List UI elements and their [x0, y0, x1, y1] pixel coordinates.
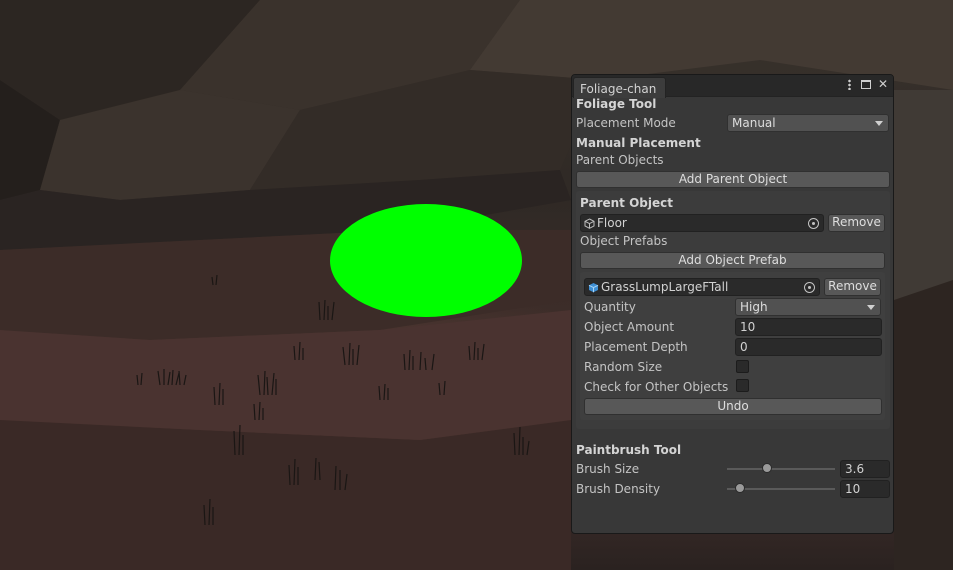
prefab-cube-icon — [588, 282, 599, 296]
placement-mode-dropdown[interactable]: Manual — [727, 114, 889, 132]
tab-title: Foliage-chan — [580, 82, 657, 96]
parent-object-field[interactable]: Floor — [580, 214, 824, 232]
undo-button[interactable]: Undo — [584, 398, 882, 415]
brush-density-input[interactable]: 10 — [840, 480, 890, 498]
placement-mode-value: Manual — [732, 116, 776, 130]
close-icon[interactable]: ✕ — [876, 77, 890, 93]
maximize-icon[interactable] — [859, 77, 873, 93]
check-other-objects-label: Check for Other Objects — [584, 380, 729, 394]
placement-depth-label: Placement Depth — [584, 340, 688, 354]
tab-foliage-chan[interactable]: Foliage-chan — [573, 77, 666, 98]
object-picker-icon[interactable] — [804, 282, 815, 293]
more-options-icon[interactable] — [842, 77, 856, 93]
object-amount-input[interactable]: 10 — [735, 318, 882, 336]
foliage-chan-window: Foliage-chan ✕ Foliage Tool Placement Mo… — [571, 74, 894, 534]
object-picker-icon[interactable] — [808, 218, 819, 229]
parent-object-header: Parent Object — [580, 196, 673, 210]
random-size-label: Random Size — [584, 360, 663, 374]
remove-parent-button[interactable]: Remove — [828, 214, 885, 232]
prefab-object-name: GrassLumpLargeFTall — [601, 280, 729, 294]
window-tab-bar: Foliage-chan ✕ — [572, 75, 893, 98]
parent-objects-label: Parent Objects — [576, 153, 664, 167]
object-amount-label: Object Amount — [584, 320, 675, 334]
brush-cursor-indicator — [330, 204, 522, 317]
check-other-objects-checkbox[interactable] — [736, 379, 749, 392]
foliage-tool-header: Foliage Tool — [576, 97, 657, 111]
manual-placement-header: Manual Placement — [576, 136, 701, 150]
brush-density-label: Brush Density — [576, 482, 661, 496]
paintbrush-tool-header: Paintbrush Tool — [576, 443, 682, 457]
chevron-down-icon — [875, 121, 883, 126]
random-size-checkbox[interactable] — [736, 360, 749, 373]
brush-size-slider-track[interactable] — [727, 468, 835, 470]
parent-object-name: Floor — [597, 216, 627, 230]
brush-density-slider-handle[interactable] — [734, 483, 745, 493]
object-prefabs-label: Object Prefabs — [580, 234, 668, 248]
brush-size-input[interactable]: 3.6 — [840, 460, 890, 478]
chevron-down-icon — [867, 305, 875, 310]
brush-size-label: Brush Size — [576, 462, 640, 476]
add-object-prefab-button[interactable]: Add Object Prefab — [580, 252, 885, 269]
cube-icon — [584, 218, 595, 232]
quantity-label: Quantity — [584, 300, 636, 314]
prefab-object-field[interactable]: GrassLumpLargeFTall — [584, 278, 820, 296]
add-parent-object-button[interactable]: Add Parent Object — [576, 171, 890, 188]
placement-depth-input[interactable]: 0 — [735, 338, 882, 356]
remove-prefab-button[interactable]: Remove — [824, 278, 881, 296]
quantity-value: High — [740, 300, 768, 314]
brush-size-slider-handle[interactable] — [761, 463, 772, 473]
quantity-dropdown[interactable]: High — [735, 298, 881, 316]
placement-mode-label: Placement Mode — [576, 116, 676, 130]
